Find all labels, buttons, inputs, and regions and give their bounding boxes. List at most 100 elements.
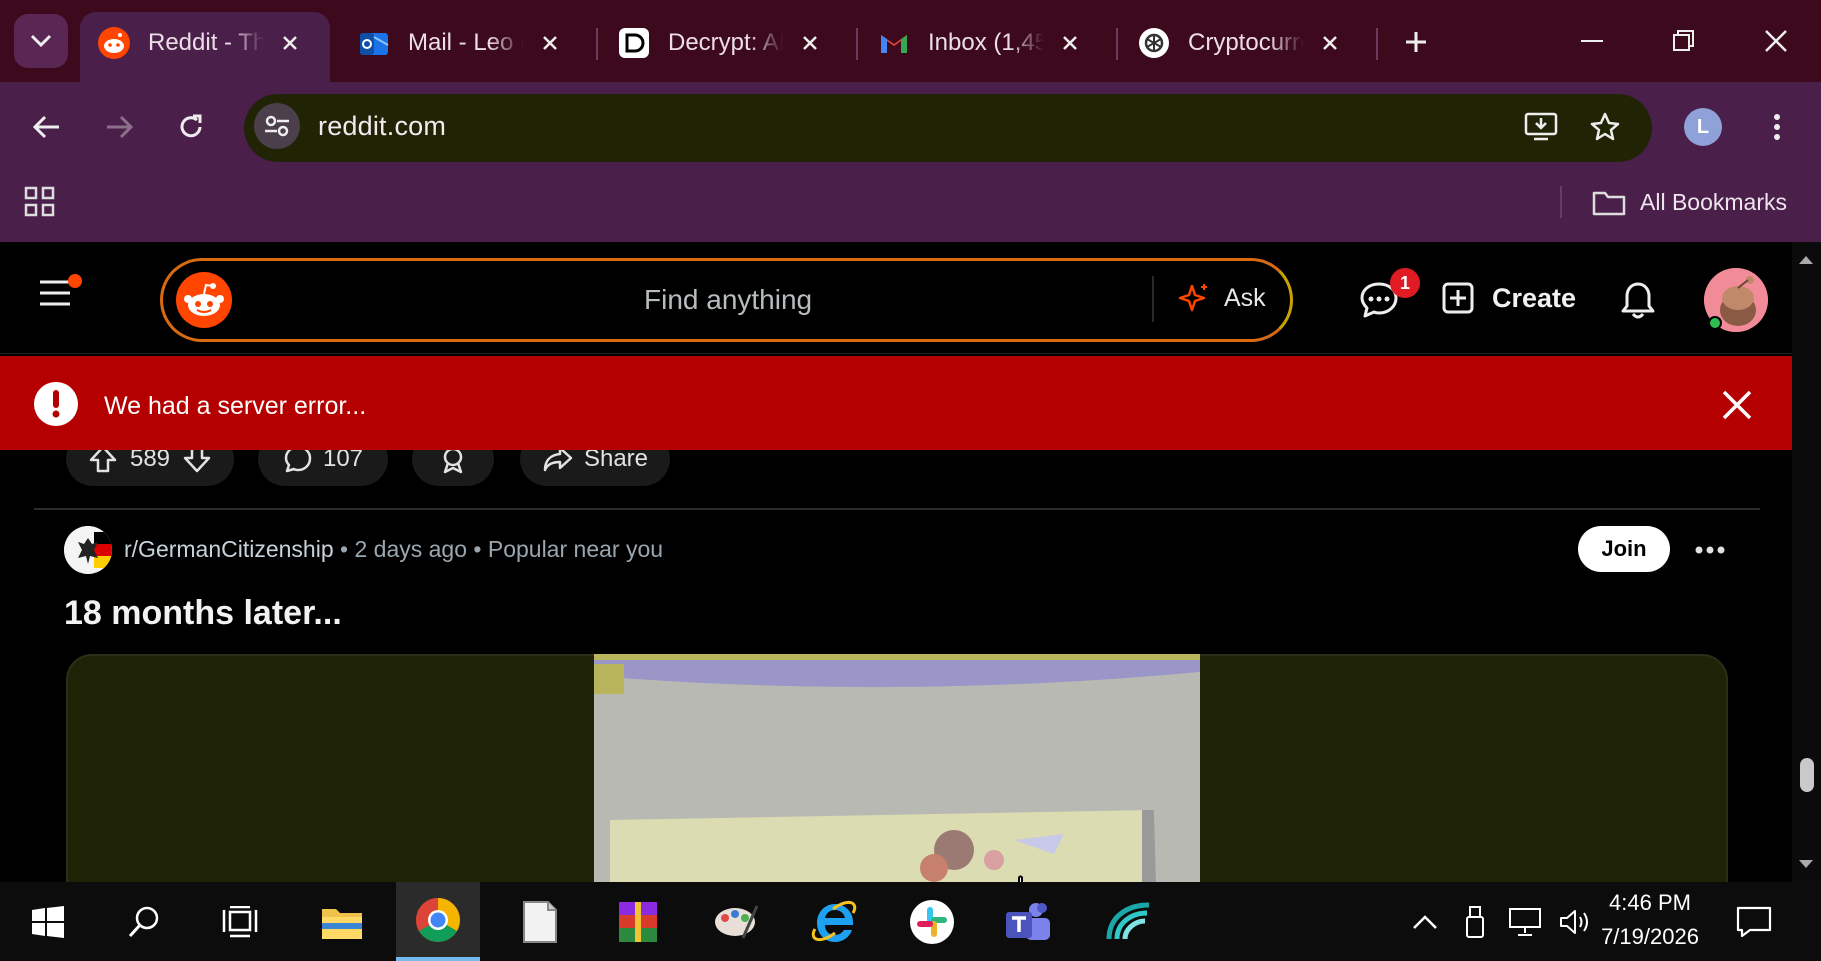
close-tab-icon[interactable] [278, 31, 302, 55]
app-icon [1106, 902, 1150, 939]
post-options-button[interactable] [1690, 536, 1730, 564]
more-horizontal-icon [1695, 546, 1725, 554]
browser-menu-button[interactable] [1752, 102, 1802, 152]
volume-icon [1560, 909, 1588, 934]
join-button[interactable]: Join [1578, 526, 1670, 572]
scrollbar-thumb[interactable] [1800, 758, 1814, 792]
all-bookmarks-label: All Bookmarks [1640, 188, 1787, 215]
notification-dot [68, 274, 82, 288]
tab-separator [1116, 28, 1118, 60]
usb-button[interactable] [1450, 905, 1500, 939]
chat-badge: 1 [1390, 268, 1420, 298]
error-message: We had a server error... [104, 392, 367, 420]
clock-date: 7/19/2026 [1601, 924, 1699, 949]
paint-icon [715, 904, 759, 939]
close-tab-icon[interactable] [798, 31, 822, 55]
notepad-button[interactable] [498, 882, 582, 961]
tune-icon [265, 115, 289, 137]
bell-icon [1621, 282, 1655, 319]
taskbar-search-button[interactable] [102, 882, 186, 961]
file-explorer-icon [322, 908, 362, 939]
url-text[interactable]: reddit.com [318, 111, 446, 142]
teams-button[interactable] [986, 882, 1070, 961]
tab-title: Inbox (1,45 [928, 29, 1044, 56]
post-title[interactable]: 18 months later... [64, 594, 342, 633]
post-image-content [594, 654, 1200, 882]
subreddit-icon[interactable] [64, 526, 112, 574]
minimize-button[interactable] [1562, 18, 1622, 64]
reload-icon [180, 114, 202, 138]
tab-cryptocurrency[interactable]: Cryptocurre [1120, 12, 1370, 82]
reddit-logo[interactable] [176, 272, 232, 328]
teams-icon [1006, 902, 1050, 940]
close-banner-button[interactable] [1720, 388, 1754, 422]
tab-search-button[interactable] [14, 14, 68, 68]
close-icon [1722, 390, 1752, 420]
restore-button[interactable] [1654, 18, 1714, 64]
chrome-taskbar-button[interactable] [396, 882, 480, 961]
create-post-button[interactable]: Create [1442, 282, 1576, 314]
winrar-button[interactable] [596, 882, 680, 961]
file-explorer-button[interactable] [300, 882, 384, 961]
install-icon [1524, 112, 1558, 141]
online-status-dot [1708, 316, 1722, 330]
tab-title: Decrypt: AI [668, 29, 784, 56]
slack-button[interactable] [890, 882, 974, 961]
post-divider [34, 508, 1760, 510]
close-window-button[interactable] [1746, 18, 1806, 64]
app-button[interactable] [1086, 882, 1170, 961]
ask-button[interactable]: Ask [1178, 282, 1266, 314]
tab-mail[interactable]: Mail - Leo ( [340, 12, 590, 82]
show-hidden-icons-button[interactable] [1400, 914, 1450, 930]
gmail-icon [881, 35, 907, 53]
tab-reddit[interactable]: Reddit - Th [80, 12, 330, 82]
install-app-button[interactable] [1516, 102, 1566, 152]
folder-icon [1592, 191, 1626, 216]
slack-icon [910, 899, 954, 944]
network-icon [1509, 907, 1541, 936]
close-tab-icon[interactable] [1058, 31, 1082, 55]
bookmarks-bar [0, 178, 1821, 242]
network-button[interactable] [1500, 907, 1550, 937]
profile-avatar[interactable]: L [1684, 108, 1722, 146]
meta-separator: • [473, 536, 488, 562]
search-icon [128, 906, 159, 937]
chevron-up-icon [1413, 914, 1437, 929]
site-info-button[interactable] [254, 103, 300, 149]
tab-decrypt[interactable]: Decrypt: AI [600, 12, 850, 82]
start-button[interactable] [6, 882, 90, 961]
error-icon [34, 382, 78, 426]
tab-separator [856, 28, 858, 60]
back-button[interactable] [22, 102, 72, 152]
task-view-icon [222, 905, 258, 937]
post-image[interactable] [594, 654, 1200, 882]
create-label: Create [1492, 282, 1577, 313]
reload-button[interactable] [166, 102, 216, 152]
new-tab-button[interactable] [1396, 22, 1436, 62]
minimize-icon [1581, 40, 1603, 42]
forward-button[interactable] [94, 102, 144, 152]
bookmark-star-button[interactable] [1580, 102, 1630, 152]
address-bar[interactable] [244, 94, 1652, 162]
tab-gmail[interactable]: Inbox (1,45 [860, 12, 1110, 82]
notifications-button[interactable] [1620, 280, 1660, 322]
subreddit-link[interactable]: r/GermanCitizenship [124, 536, 334, 562]
clock[interactable]: 4:46 PM 7/19/2026 [1590, 886, 1710, 954]
internet-explorer-button[interactable] [792, 882, 876, 961]
task-view-button[interactable] [198, 882, 282, 961]
all-bookmarks-button[interactable]: All Bookmarks [1592, 184, 1787, 220]
apps-button[interactable] [24, 186, 56, 218]
paint-button[interactable] [694, 882, 778, 961]
ask-label: Ask [1224, 283, 1266, 312]
clock-time: 4:46 PM [1609, 890, 1691, 915]
tab-separator [596, 28, 598, 60]
close-tab-icon[interactable] [1318, 31, 1342, 55]
search-placeholder[interactable]: Find anything [644, 284, 812, 316]
german-eagle-icon [64, 526, 112, 574]
sparkle-icon [1178, 284, 1207, 312]
action-center-button[interactable] [1736, 906, 1774, 940]
decrypt-icon [619, 28, 649, 58]
windows-logo-icon [32, 905, 64, 938]
close-tab-icon[interactable] [538, 31, 562, 55]
winrar-icon [619, 901, 657, 942]
